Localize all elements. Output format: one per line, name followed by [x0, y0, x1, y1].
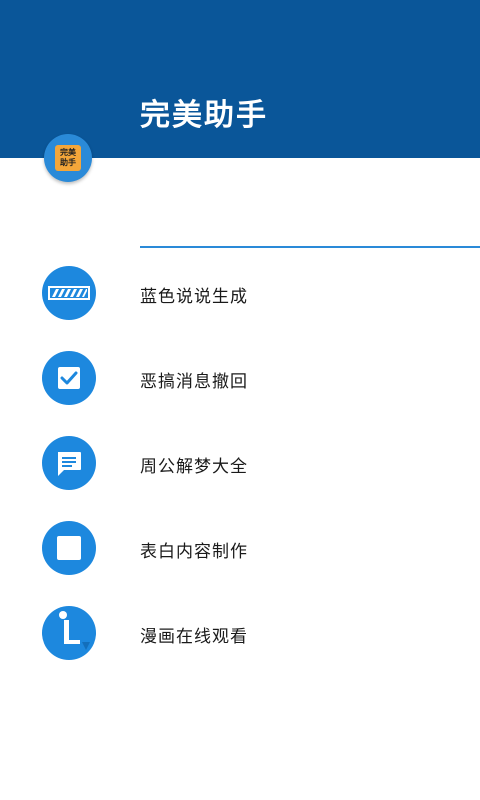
progress-bar-icon [42, 266, 96, 320]
app-logo-badge[interactable]: 完美 助手 [44, 134, 92, 182]
menu-item-label: 蓝色说说生成 [140, 287, 248, 307]
menu-item-label: 恶搞消息撤回 [140, 372, 248, 392]
square-icon [42, 521, 96, 575]
menu-item-confession-maker[interactable]: 表白内容制作 [0, 513, 480, 583]
checkbox-icon [42, 351, 96, 405]
menu-item-blue-status[interactable]: 蓝色说说生成 [0, 258, 480, 328]
menu-item-comics-online[interactable]: 漫画在线观看 [0, 598, 480, 668]
menu-item-label: 周公解梦大全 [140, 457, 248, 477]
app-logo-icon: 完美 助手 [55, 145, 81, 171]
menu-item-label: 漫画在线观看 [140, 627, 248, 647]
menu-item-message-recall[interactable]: 恶搞消息撤回 [0, 343, 480, 413]
chat-bubble-icon [42, 436, 96, 490]
header-divider [140, 246, 480, 248]
app-logo-text-line1: 完美 [60, 148, 76, 157]
app-screen: 完美助手 完美 助手 蓝色说说生成 恶搞消息撤回 周公解梦大全 表白内容制作 漫… [0, 0, 480, 800]
app-title: 完美助手 [140, 98, 268, 133]
menu-item-dream-interpretation[interactable]: 周公解梦大全 [0, 428, 480, 498]
menu-item-label: 表白内容制作 [140, 542, 248, 562]
l-clock-icon [42, 606, 96, 660]
app-logo-text-line2: 助手 [60, 158, 76, 167]
